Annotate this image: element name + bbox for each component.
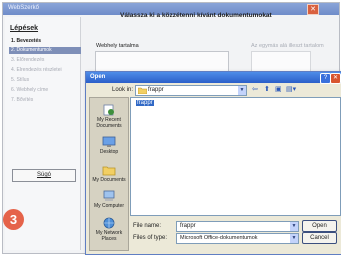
dialog-title: Open [90,74,106,80]
wizard-page-title: Válassza ki a közzétenni kívánt dokument… [120,12,272,19]
back-icon[interactable]: ⇦ [252,85,258,93]
files-of-type-label: Files of type: [133,235,168,241]
step-style[interactable]: 5. Stílus [9,77,81,84]
place-network-places[interactable]: My Network Places [90,217,128,242]
look-in-value: frappr [148,87,164,93]
place-label: My Computer [93,203,124,209]
step-intro[interactable]: 1. Bevezetés [9,38,81,45]
place-label: My Network Places [95,230,123,242]
places-bar: My Recent Documents Desktop My Documents… [89,97,129,251]
step-layout-details[interactable]: 4. Elrendezés részletei [9,67,81,74]
desktop-icon [102,136,116,147]
my-computer-icon [103,190,115,201]
step-prearrange[interactable]: 3. Előrendezés [9,57,81,64]
file-list[interactable]: frappr [130,97,341,216]
right-panel-label: Az egymás alá illeszt tartalom [251,43,324,49]
step-documents[interactable]: 2. Dokumentumok [9,47,81,54]
chevron-down-icon[interactable]: ▼ [290,234,298,243]
wizard-close-icon[interactable]: ✕ [307,4,319,15]
chevron-down-icon[interactable]: ▼ [238,86,246,95]
up-folder-icon[interactable]: ⬆ [264,85,270,93]
place-desktop[interactable]: Desktop [90,136,128,155]
file-item[interactable]: frappr [136,100,154,106]
files-of-type-value: Microsoft Office-dokumentumok [180,235,258,241]
place-my-documents[interactable]: My Documents [90,164,128,183]
files-of-type-select[interactable]: Microsoft Office-dokumentumok ▼ [176,233,299,244]
wizard-title: WebSzerkő [8,5,39,11]
web-content-label: Webhely tartalma [96,43,139,49]
step-extend[interactable]: 7. Bővítés [9,97,81,104]
new-folder-icon[interactable]: ▣ [275,85,282,93]
place-label: My Documents [92,177,126,183]
place-label: My Recent Documents [96,117,122,129]
place-recent-documents[interactable]: My Recent Documents [90,104,128,129]
open-button[interactable]: Open [302,220,337,232]
help-button[interactable]: Súgó [12,169,76,182]
open-dialog: Open ? ✕ Look in: frappr ▼ ⇦ ⬆ ▣ ▤▾ My R… [85,71,341,255]
cancel-button[interactable]: Cancel [302,232,337,244]
close-icon[interactable]: ✕ [330,73,341,84]
recent-documents-icon [103,104,114,116]
views-icon[interactable]: ▤▾ [286,85,296,93]
my-documents-icon [102,166,116,176]
file-name-input[interactable]: frappr ▼ [176,221,299,232]
dialog-titlebar: Open ? ✕ [86,72,341,84]
step-number-badge: 3 [3,209,24,230]
step-site-title[interactable]: 6. Webhely címe [9,87,81,94]
steps-title: Lépések [10,25,39,32]
folder-icon [138,87,147,94]
file-name-value: frappr [180,223,196,229]
look-in-select[interactable]: frappr ▼ [135,85,247,96]
chevron-down-icon[interactable]: ▼ [290,222,298,231]
place-label: Desktop [99,149,119,155]
network-places-icon [103,217,115,229]
place-my-computer[interactable]: My Computer [90,190,128,209]
look-in-label: Look in: [112,87,134,93]
file-name-label: File name: [133,223,162,229]
